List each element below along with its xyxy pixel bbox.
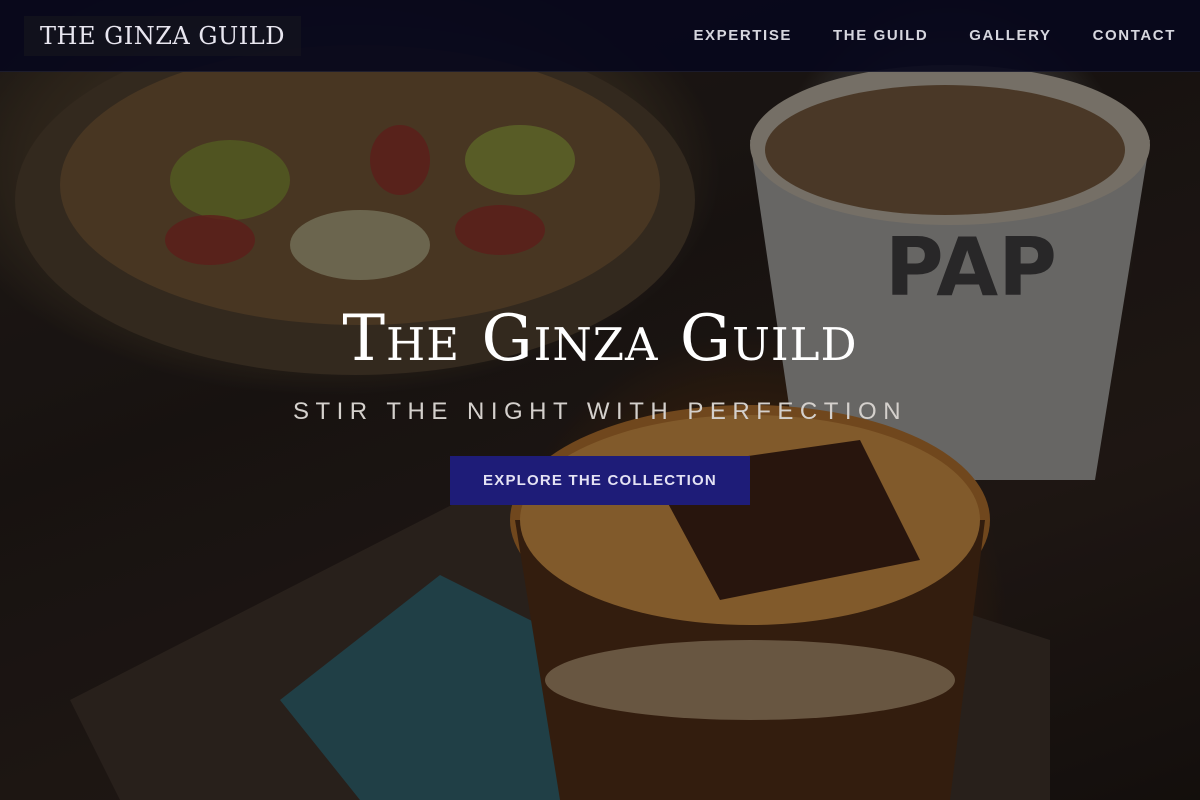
brand-logo[interactable]: THE GINZA GUILD bbox=[24, 15, 301, 56]
page: PAP THE GINZA GUILD EXPERTISE THE GUILD … bbox=[0, 0, 1200, 800]
nav-link-gallery[interactable]: GALLERY bbox=[969, 27, 1051, 44]
explore-collection-button[interactable]: EXPLORE THE COLLECTION bbox=[450, 456, 750, 505]
top-navbar: THE GINZA GUILD EXPERTISE THE GUILD GALL… bbox=[0, 0, 1200, 72]
main-nav: EXPERTISE THE GUILD GALLERY CONTACT bbox=[693, 27, 1176, 44]
nav-link-expertise[interactable]: EXPERTISE bbox=[693, 27, 792, 44]
nav-link-contact[interactable]: CONTACT bbox=[1093, 27, 1176, 44]
hero-title: The Ginza Guild bbox=[342, 302, 858, 376]
nav-link-the-guild[interactable]: THE GUILD bbox=[833, 27, 928, 44]
hero-tagline: STIR THE NIGHT WITH PERFECTION bbox=[292, 398, 908, 425]
hero-section: The Ginza Guild STIR THE NIGHT WITH PERF… bbox=[0, 72, 1200, 800]
